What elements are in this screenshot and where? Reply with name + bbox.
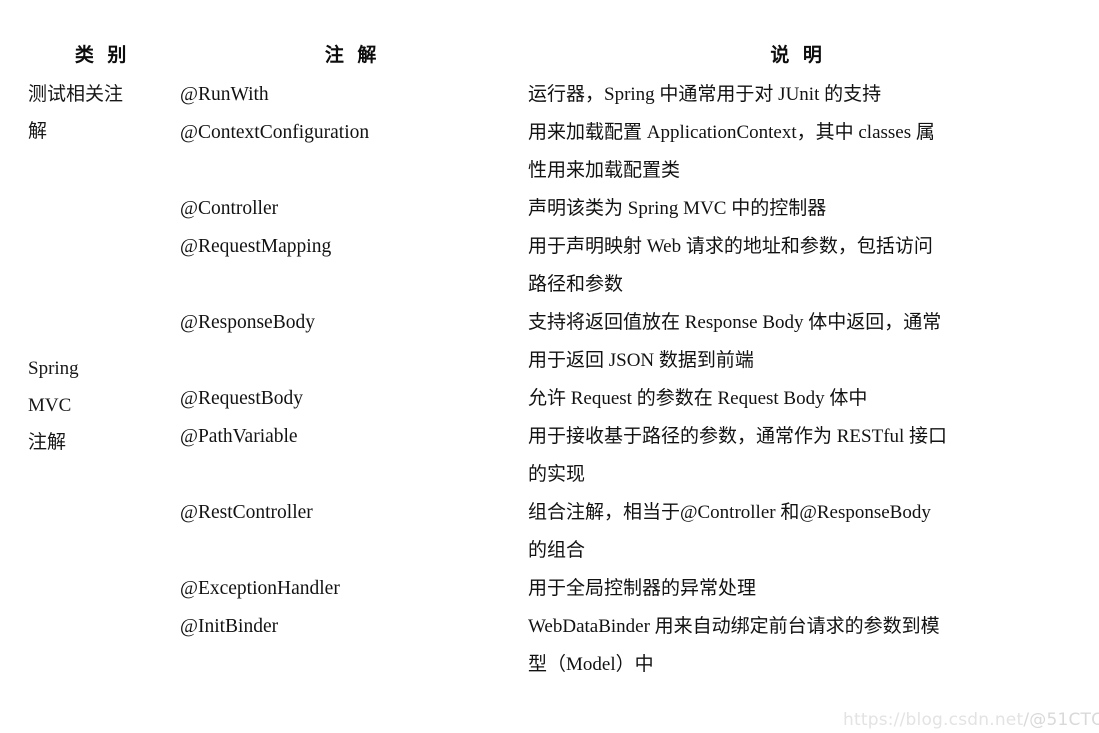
category-cell-spring-mvc: Spring MVC 注解	[28, 190, 180, 684]
description-cell: 支持将返回值放在 Response Body 体中返回，通常 用于返回 JSON…	[528, 304, 1071, 380]
column-header-description: 说 明	[528, 34, 1071, 76]
description-cell: 用于接收基于路径的参数，通常作为 RESTful 接口 的实现	[528, 418, 1071, 494]
annotation-reference-table: 类 别 注 解 说 明 测试相关注 解 @RunWith 运行器，Spring …	[28, 34, 1071, 684]
annotation-cell: @RequestMapping	[180, 228, 528, 304]
table-row: @InitBinder WebDataBinder 用来自动绑定前台请求的参数到…	[28, 608, 1071, 684]
column-header-annotation: 注 解	[180, 34, 528, 76]
table-header-row: 类 别 注 解 说 明	[28, 34, 1071, 76]
table-row: 测试相关注 解 @RunWith 运行器，Spring 中通常用于对 JUnit…	[28, 76, 1071, 190]
table-row: @PathVariable 用于接收基于路径的参数，通常作为 RESTful 接…	[28, 418, 1071, 494]
table-row: @RequestBody 允许 Request 的参数在 Request Bod…	[28, 380, 1071, 418]
table-row: @RequestMapping 用于声明映射 Web 请求的地址和参数，包括访问…	[28, 228, 1071, 304]
watermark: https://blog.csdn.net/@51CTO博客	[843, 705, 1099, 730]
table-row: @ExceptionHandler 用于全局控制器的异常处理	[28, 570, 1071, 608]
description-cell: 用于全局控制器的异常处理	[528, 570, 1071, 608]
document-page: 类 别 注 解 说 明 测试相关注 解 @RunWith 运行器，Spring …	[0, 0, 1099, 733]
description-cell: 声明该类为 Spring MVC 中的控制器	[528, 190, 1071, 228]
annotation-cell: @InitBinder	[180, 608, 528, 684]
watermark-tail: /@51CTO博客	[1023, 710, 1099, 730]
description-cell: WebDataBinder 用来自动绑定前台请求的参数到模 型（Model）中	[528, 608, 1071, 684]
table-row: @RestController 组合注解，相当于@Controller 和@Re…	[28, 494, 1071, 570]
description-cell: 组合注解，相当于@Controller 和@ResponseBody 的组合	[528, 494, 1071, 570]
table-row: Spring MVC 注解 @Controller 声明该类为 Spring M…	[28, 190, 1071, 684]
annotation-cell: @RequestBody	[180, 380, 528, 418]
annotation-cell: @ContextConfiguration	[180, 114, 528, 190]
table-row: @ContextConfiguration 用来加载配置 Application…	[28, 114, 1071, 190]
column-header-category: 类 别	[28, 34, 180, 76]
annotation-cell: @Controller	[180, 190, 528, 228]
description-cell: 用于声明映射 Web 请求的地址和参数，包括访问 路径和参数	[528, 228, 1071, 304]
annotation-cell: @PathVariable	[180, 418, 528, 494]
annotation-cell: @RestController	[180, 494, 528, 570]
description-cell: 用来加载配置 ApplicationContext，其中 classes 属 性…	[528, 114, 1071, 190]
description-cell: 允许 Request 的参数在 Request Body 体中	[528, 380, 1071, 418]
annotation-cell: @ResponseBody	[180, 304, 528, 380]
annotation-cell: @ExceptionHandler	[180, 570, 528, 608]
watermark-url: https://blog.csdn.net	[843, 710, 1024, 730]
annotation-cell: @RunWith	[180, 76, 528, 114]
description-cell: 运行器，Spring 中通常用于对 JUnit 的支持	[528, 76, 1071, 114]
category-cell-testing: 测试相关注 解	[28, 76, 180, 190]
table-row: @ResponseBody 支持将返回值放在 Response Body 体中返…	[28, 304, 1071, 380]
